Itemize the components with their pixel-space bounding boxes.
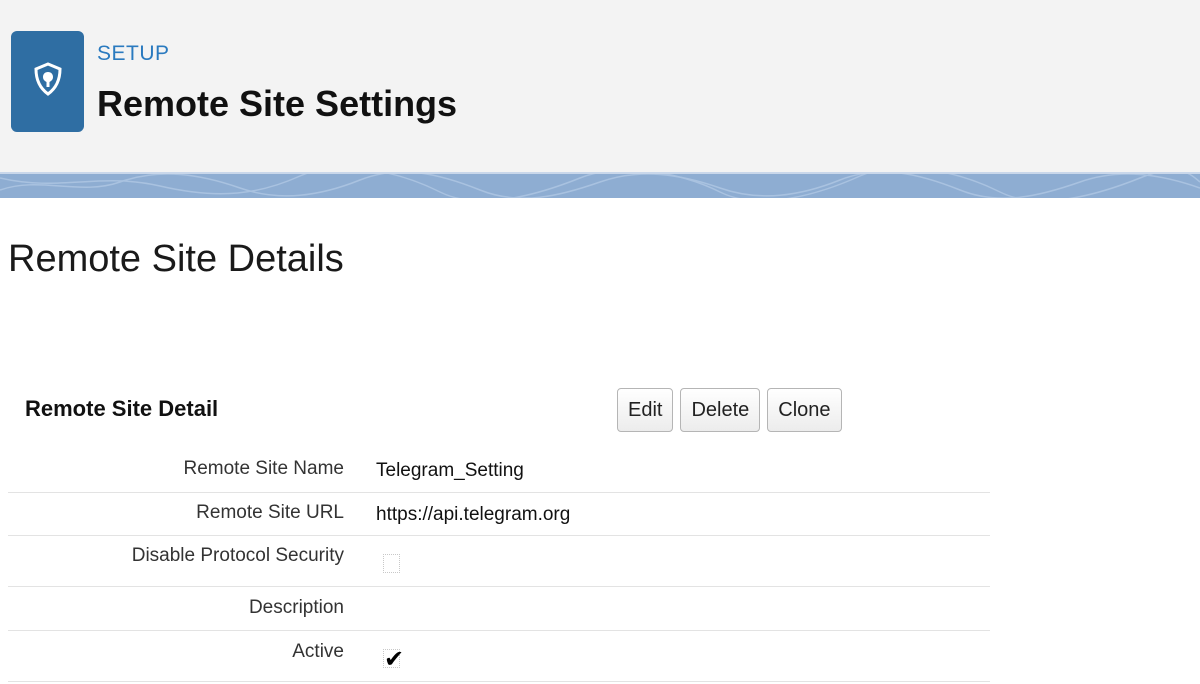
field-label-description: Description (248, 597, 344, 618)
field-row-disable-protocol-security: Disable Protocol Security (8, 536, 990, 587)
field-label-active: Active (292, 641, 344, 662)
setup-header: SETUP Remote Site Settings (0, 0, 1200, 172)
header-decorative-band (0, 172, 1200, 198)
active-checkmark-icon: ✔ (383, 646, 405, 673)
edit-button[interactable]: Edit (617, 388, 674, 432)
field-label-url: Remote Site URL (196, 502, 344, 523)
field-label-disable-protocol-security: Disable Protocol Security (131, 545, 344, 566)
detail-section-title: Remote Site Detail (25, 396, 219, 421)
setup-label: SETUP (97, 42, 170, 65)
field-row-active: Active ✔ (8, 631, 990, 682)
remote-site-details-heading: Remote Site Details (8, 238, 344, 280)
field-value-name: Telegram_Setting (376, 460, 524, 481)
field-row-url: Remote Site URL https://api.telegram.org (8, 493, 990, 536)
field-label-name: Remote Site Name (183, 458, 344, 479)
disable-protocol-security-checkbox (383, 554, 400, 573)
field-value-url: https://api.telegram.org (376, 504, 571, 525)
shield-icon (33, 62, 62, 101)
clone-button[interactable]: Clone (767, 388, 842, 432)
delete-button[interactable]: Delete (680, 388, 761, 432)
detail-fields: Remote Site Name Telegram_Setting Remote… (8, 448, 990, 682)
detail-button-row: Edit Delete Clone (617, 388, 842, 432)
page-title: Remote Site Settings (97, 83, 458, 124)
field-row-name: Remote Site Name Telegram_Setting (8, 448, 990, 493)
setup-app-icon (11, 31, 84, 132)
field-row-description: Description (8, 587, 990, 631)
